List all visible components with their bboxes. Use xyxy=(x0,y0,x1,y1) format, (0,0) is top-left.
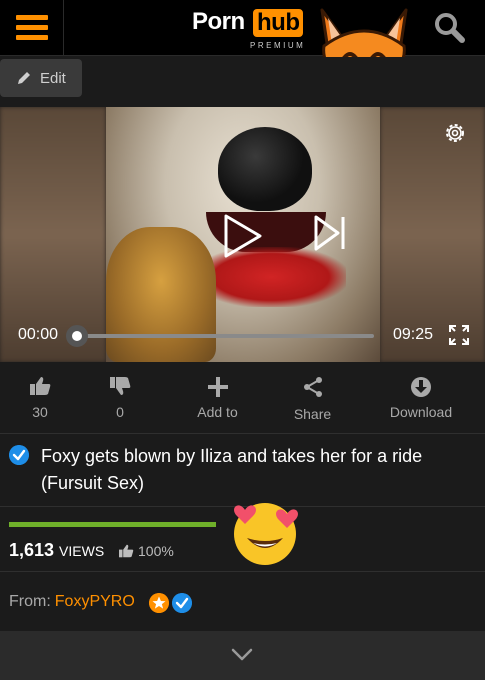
verified-badge-icon xyxy=(172,593,192,613)
dislike-count: 0 xyxy=(116,404,124,420)
gear-icon[interactable] xyxy=(443,121,467,145)
duration-time: 09:25 xyxy=(393,326,434,343)
thumbs-down-icon xyxy=(110,377,131,395)
download-icon xyxy=(411,377,431,397)
edit-label: Edit xyxy=(40,69,66,87)
video-subject-nose xyxy=(218,127,312,211)
share-icon xyxy=(303,377,322,397)
fullscreen-icon[interactable] xyxy=(448,324,470,346)
like-count: 30 xyxy=(32,404,48,420)
share-label: Share xyxy=(293,406,332,422)
menu-button[interactable] xyxy=(0,0,64,56)
menu-icon-bar-1 xyxy=(16,15,48,20)
like-button[interactable]: 30 xyxy=(0,362,80,434)
download-label: Download xyxy=(389,404,453,420)
logo-text-hub: hub xyxy=(253,9,304,37)
rating-percent-label: 100% xyxy=(138,543,174,559)
action-bar: 30 0 Add to Share Download xyxy=(0,362,485,434)
add-to-label: Add to xyxy=(197,404,238,420)
pencil-icon xyxy=(18,72,30,84)
search-button[interactable] xyxy=(430,8,470,48)
edit-bar: Edit xyxy=(0,57,485,107)
progress-bar[interactable] xyxy=(76,334,374,338)
plus-icon xyxy=(207,377,228,397)
expand-details-bar[interactable] xyxy=(0,631,485,680)
skip-next-icon[interactable] xyxy=(312,213,348,253)
menu-icon-bar-3 xyxy=(16,35,48,40)
video-title: Foxy gets blown by Iliza and takes her f… xyxy=(41,446,423,493)
uploader-link[interactable]: FoxyPYRO xyxy=(55,593,135,610)
share-button[interactable]: Share xyxy=(270,362,355,434)
rating-percent: 100% xyxy=(118,543,174,559)
add-to-button[interactable]: Add to xyxy=(170,362,265,434)
thumbs-up-small-icon xyxy=(119,544,134,558)
play-icon[interactable] xyxy=(222,212,264,260)
logo-text-premium: PREMIUM xyxy=(250,41,306,50)
video-blur-left xyxy=(0,107,106,362)
from-label: From: xyxy=(9,593,51,610)
heart-eyes-emoji-icon xyxy=(234,503,298,565)
uploader-row: From: FoxyPYRO xyxy=(0,573,485,631)
verified-check-icon xyxy=(9,445,29,465)
from-text: From: FoxyPYRO xyxy=(9,593,135,611)
menu-icon-bar-2 xyxy=(16,25,48,30)
search-icon xyxy=(435,13,465,43)
views-number: 1,613 xyxy=(9,540,55,560)
edit-button[interactable]: Edit xyxy=(0,59,82,97)
video-title-row: Foxy gets blown by Iliza and takes her f… xyxy=(0,435,485,505)
current-time: 00:00 xyxy=(18,326,59,343)
video-subject-paw xyxy=(106,227,216,362)
scrubber-handle[interactable] xyxy=(66,325,88,347)
logo-text-porn: Porn xyxy=(192,8,245,35)
rating-bar xyxy=(9,522,216,527)
rating-bar-fill xyxy=(9,522,216,527)
views-label: VIEWS xyxy=(59,543,105,559)
video-subject-red-fur xyxy=(196,247,346,307)
views-count: 1,613 VIEWS xyxy=(9,540,104,561)
thumbs-up-icon xyxy=(30,377,51,395)
star-badge-icon xyxy=(149,593,169,613)
download-button[interactable]: Download xyxy=(375,362,467,434)
chevron-down-icon xyxy=(231,648,253,661)
dislike-button[interactable]: 0 xyxy=(80,362,160,434)
